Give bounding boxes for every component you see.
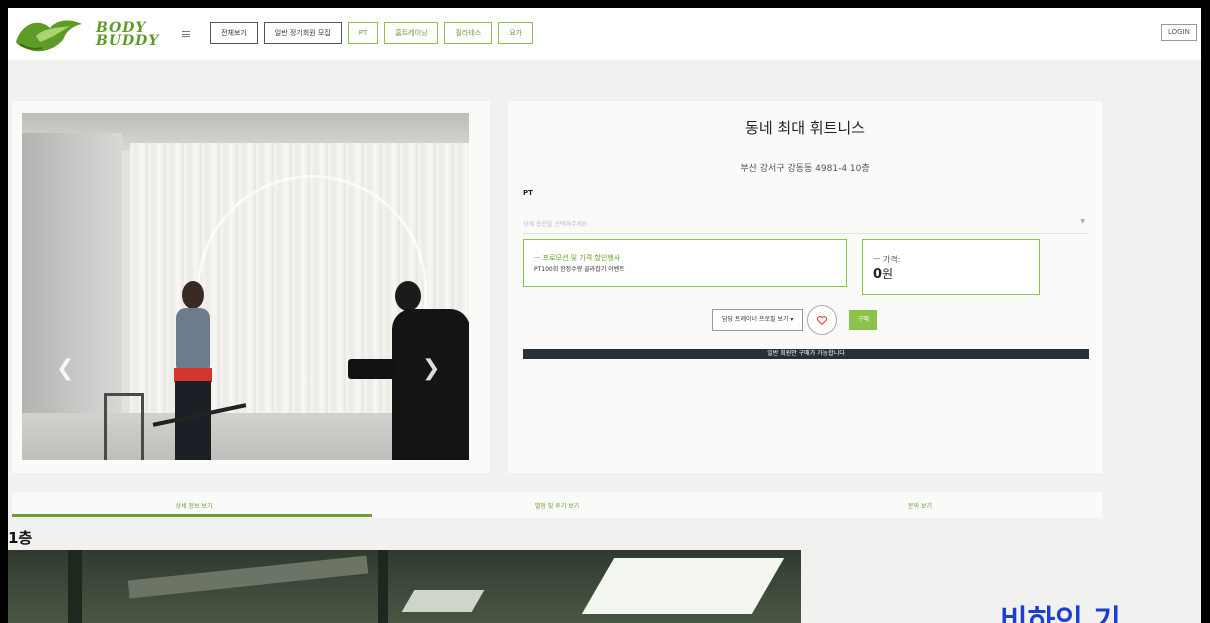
caret-down-icon: ▼ (1080, 218, 1085, 225)
tab-reviews[interactable]: 별점 및 후기 보기 (375, 501, 739, 510)
promotion-box: ㅡ 프로모션 및 가격 할인행사 PT100회 한정수량 골라잡기 이벤트 (523, 239, 847, 287)
active-tab-indicator (12, 514, 372, 517)
trainer-profile-button[interactable]: 담당 트레이너 프로필 보기 ▾ (712, 309, 804, 331)
tab-detail-info[interactable]: 상세 정보 보기 (12, 501, 376, 510)
nav-pt-button[interactable]: PT (347, 22, 379, 44)
category-nav: 전체보기 일반 정기회원 모집 PT 홈트레이닝 필라테스 요가 (210, 22, 534, 44)
detail-tabs: 상세 정보 보기 별점 및 후기 보기 문의 보기 (12, 492, 1102, 518)
price-box: ㅡ 가격: 0원 (862, 239, 1040, 295)
nav-home-training-button[interactable]: 홈트레이닝 (384, 22, 439, 44)
gym-title: 동네 최대 휘트니스 (745, 119, 865, 137)
wishlist-button[interactable] (807, 305, 838, 335)
action-row: 담당 트레이너 프로필 보기 ▾ 구매 (712, 305, 878, 335)
logo-line-2: BUDDY (96, 33, 160, 49)
logo-text: BODY BUDDY (96, 21, 160, 49)
price-heading: ㅡ 가격: (873, 255, 901, 264)
floor-title: 1층 (8, 529, 33, 547)
promotion-heading: ㅡ 프로모션 및 가격 할인행사 (534, 254, 621, 262)
logo-wing-icon (16, 20, 82, 52)
category-label: PT (523, 189, 533, 197)
nav-pilates-button[interactable]: 필라테스 (444, 22, 493, 44)
heart-icon (817, 315, 828, 325)
gym-photo: ❮ ❯ (22, 113, 469, 460)
floor-photo (8, 550, 801, 623)
option-select-placeholder: 상세 옵션을 선택해주세요 (523, 221, 588, 228)
buy-button[interactable]: 구매 (849, 310, 878, 330)
member-only-notice: 일반 회원만 구매가 가능합니다 (523, 349, 1089, 359)
tab-inquiries[interactable]: 문의 보기 (738, 501, 1102, 510)
gym-address: 부산 강서구 강동동 4981-4 10층 (740, 164, 870, 174)
price-unit: 원 (882, 267, 894, 281)
hamburger-icon[interactable] (182, 31, 190, 37)
login-button[interactable]: LOGIN (1161, 24, 1197, 41)
price-value: 0원 (873, 265, 893, 282)
product-info-card: 동네 최대 휘트니스 부산 강서구 강동동 4981-4 10층 PT 상세 옵… (508, 101, 1102, 473)
option-select[interactable]: 상세 옵션을 선택해주세요 ▼ (523, 212, 1089, 234)
nav-all-button[interactable]: 전체보기 (210, 22, 258, 44)
video-caption-overlay: 비하인 기 (1000, 604, 1121, 623)
nav-yoga-button[interactable]: 요가 (498, 22, 534, 44)
page: BODY BUDDY 전체보기 일반 정기회원 모집 PT 홈트레이닝 필라테스… (8, 8, 1201, 623)
chevron-right-icon[interactable]: ❯ (422, 356, 440, 381)
brand-logo[interactable]: BODY BUDDY (12, 14, 190, 56)
image-carousel: ❮ ❯ (12, 101, 490, 473)
site-header: BODY BUDDY 전체보기 일반 정기회원 모집 PT 홈트레이닝 필라테스… (8, 8, 1201, 60)
nav-regular-member-button[interactable]: 일반 정기회원 모집 (263, 22, 342, 44)
promotion-text: PT100회 한정수량 골라잡기 이벤트 (534, 266, 625, 273)
price-amount: 0 (873, 267, 883, 282)
chevron-left-icon[interactable]: ❮ (56, 356, 74, 381)
